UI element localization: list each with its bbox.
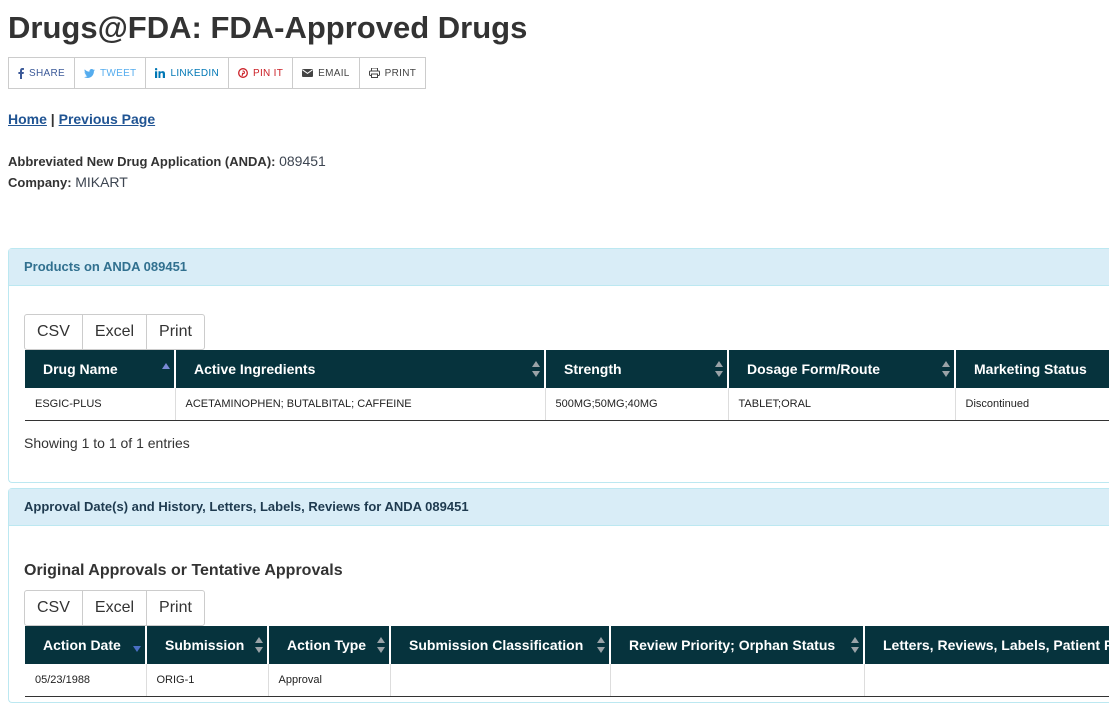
column-submission-classification[interactable]: Submission Classification (390, 626, 611, 664)
column-active-ingredients[interactable]: Active Ingredients (175, 350, 546, 388)
sort-icon (851, 637, 859, 653)
sort-icon (255, 637, 263, 653)
table-row: ESGIC-PLUS ACETAMINOPHEN; BUTALBITAL; CA… (25, 388, 1109, 421)
sort-descending-icon (133, 637, 141, 653)
column-dosage-form-route[interactable]: Dosage Form/Route (728, 350, 956, 388)
original-approvals-heading: Original Approvals or Tentative Approval… (24, 562, 343, 579)
action-type-cell: Approval (268, 664, 391, 697)
envelope-icon (302, 69, 314, 77)
application-number: 089451 (279, 153, 326, 169)
action-date-cell: 05/23/1988 (25, 664, 147, 697)
history-export-buttons: CSV Excel Print (24, 590, 205, 626)
twitter-icon (83, 68, 95, 78)
linkedin-label: LINKEDIN (170, 67, 219, 79)
sort-icon (377, 637, 385, 653)
sort-icon (942, 361, 950, 377)
submission-classification-cell (390, 664, 611, 697)
column-action-date[interactable]: Action Date (25, 626, 147, 664)
tweet-button[interactable]: TWEET (74, 58, 147, 88)
column-review-priority[interactable]: Review Priority; Orphan Status (610, 626, 865, 664)
column-drug-name[interactable]: Drug Name (25, 350, 176, 388)
sort-ascending-icon (162, 361, 170, 377)
review-priority-cell (610, 664, 865, 697)
products-panel-heading: Products on ANDA 089451 (9, 249, 1109, 286)
strength-cell: 500MG;50MG;40MG (545, 388, 729, 421)
linkedin-icon (155, 68, 166, 78)
products-excel-button[interactable]: Excel (83, 315, 148, 349)
approvals-table: Action Date Submission Action Type Submi… (25, 626, 1109, 697)
products-export-buttons: CSV Excel Print (24, 314, 205, 350)
drug-name-cell: ESGIC-PLUS (25, 388, 176, 421)
column-submission[interactable]: Submission (146, 626, 269, 664)
breadcrumb: Home | Previous Page (8, 110, 155, 128)
print-share-button[interactable]: PRINT (359, 58, 426, 88)
column-action-type[interactable]: Action Type (268, 626, 391, 664)
column-marketing-status[interactable]: Marketing Status (955, 350, 1109, 388)
history-csv-button[interactable]: CSV (25, 591, 83, 625)
breadcrumb-separator: | (50, 111, 55, 127)
previous-page-link[interactable]: Previous Page (59, 111, 156, 127)
facebook-icon (18, 67, 24, 79)
column-letters-reviews-labels[interactable]: Letters, Reviews, Labels, Patient P (864, 626, 1109, 664)
pin-it-button[interactable]: PIN IT (228, 58, 294, 88)
table-row: 05/23/1988 ORIG-1 Approval (25, 664, 1109, 697)
submission-cell: ORIG-1 (146, 664, 269, 697)
print-share-label: PRINT (384, 67, 417, 79)
sort-icon (597, 637, 605, 653)
pin-it-label: PIN IT (252, 67, 284, 79)
email-label: EMAIL (318, 67, 350, 79)
email-button[interactable]: EMAIL (293, 58, 360, 88)
letters-reviews-cell (864, 664, 1109, 697)
application-label: Abbreviated New Drug Application (ANDA): (8, 154, 276, 169)
history-excel-button[interactable]: Excel (83, 591, 148, 625)
column-strength[interactable]: Strength (545, 350, 729, 388)
printer-icon (368, 68, 380, 78)
sort-icon (532, 361, 540, 377)
products-table-info: Showing 1 to 1 of 1 entries (24, 435, 190, 451)
company-label: Company: (8, 175, 72, 190)
home-link[interactable]: Home (8, 111, 47, 127)
products-print-button[interactable]: Print (147, 315, 204, 349)
sort-icon (715, 361, 723, 377)
application-meta: Abbreviated New Drug Application (ANDA):… (8, 151, 326, 193)
history-panel-heading: Approval Date(s) and History, Letters, L… (9, 489, 1109, 526)
tweet-label: TWEET (99, 67, 137, 79)
page-title: Drugs@FDA: FDA-Approved Drugs (8, 10, 528, 45)
linkedin-button[interactable]: LINKEDIN (146, 58, 229, 88)
products-table: Drug Name Active Ingredients Strength Do… (25, 350, 1109, 421)
company-name: MIKART (75, 174, 128, 190)
share-label: SHARE (29, 67, 65, 79)
share-facebook-button[interactable]: SHARE (9, 58, 75, 88)
history-print-button[interactable]: Print (147, 591, 204, 625)
active-ingredients-cell: ACETAMINOPHEN; BUTALBITAL; CAFFEINE (175, 388, 546, 421)
dosage-form-cell: TABLET;ORAL (728, 388, 956, 421)
pinterest-icon (238, 68, 248, 78)
share-toolbar: SHARE TWEET LINKEDIN PIN IT EMAIL PRINT (8, 57, 427, 89)
products-csv-button[interactable]: CSV (25, 315, 83, 349)
marketing-status-cell: Discontinued (955, 388, 1109, 421)
